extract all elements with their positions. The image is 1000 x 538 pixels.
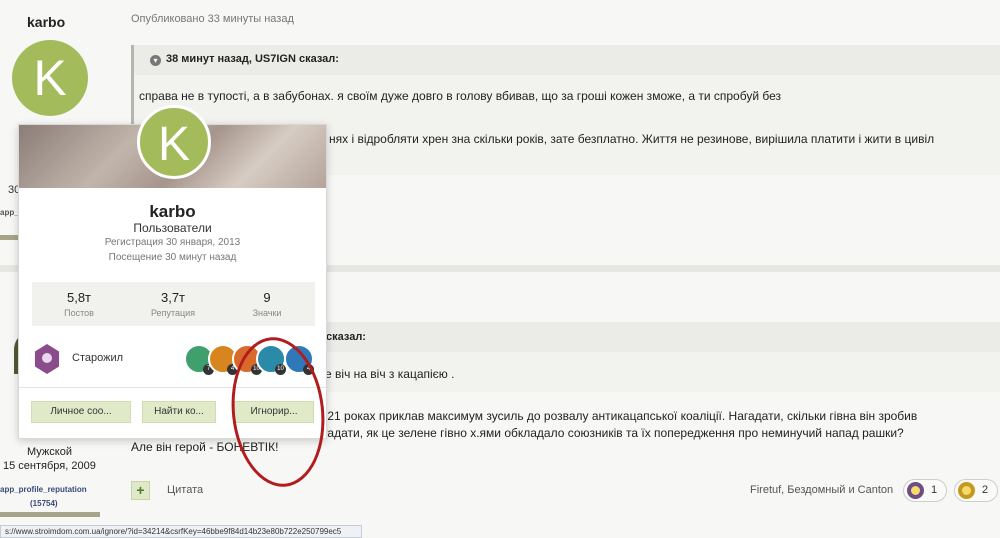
stat-value: 9: [263, 290, 271, 305]
hovercard-stats: 5,8т Постов 3,7т Репутация 9 Значки: [32, 282, 315, 326]
stat-label: Постов: [64, 308, 94, 318]
multiquote-add-button[interactable]: +: [131, 481, 150, 500]
author-gender: Мужской: [27, 446, 72, 458]
stat-value: 5,8т: [66, 290, 92, 305]
trophy-icon: [907, 482, 924, 499]
quote-text-line: нях і відробляти хрен зна скільки років,…: [329, 132, 935, 146]
quote-text-line: же віч на віч з кацапією .: [317, 367, 455, 381]
stat-label: Значки: [252, 308, 282, 318]
hovercard-last-visit: Посещение 30 минут назад: [108, 252, 237, 263]
stat-value: 3,7т: [160, 290, 186, 305]
hovercard-username[interactable]: karbo: [19, 202, 326, 222]
status-bar-url: s://www.stroimdom.com.ua/ignore/?id=3421…: [0, 525, 362, 538]
author-reputation-label-2: app_profile_reputation: [0, 485, 87, 494]
chevron-down-icon[interactable]: ▾: [150, 55, 161, 66]
post-author-name[interactable]: karbo: [27, 14, 65, 30]
medal-icon: [958, 482, 975, 499]
hovercard-group: Пользователи: [133, 221, 212, 235]
hovercard-registered: Регистрация 30 января, 2013: [104, 237, 241, 248]
rank-label: Старожил: [72, 352, 124, 364]
find-content-button[interactable]: Найти ко...: [142, 401, 216, 423]
reaction-trophy[interactable]: 1: [903, 479, 947, 502]
reactors-list[interactable]: Firetuf, Бездомный и Canton: [750, 484, 893, 496]
quote-author: 38 минут назад, US7IGN сказал:: [166, 53, 339, 65]
rank-icon: [34, 344, 60, 374]
post-timestamp[interactable]: Опубликовано 33 минуты назад: [131, 13, 294, 25]
post-text-line: -2021 роках приклав максимум зусиль до р…: [310, 409, 918, 423]
message-button[interactable]: Личное соо...: [31, 401, 131, 423]
reputation-bar-2: [0, 512, 100, 517]
author-reputation-value: (15754): [30, 499, 58, 508]
reputation-bar: [0, 235, 20, 240]
author-avatar[interactable]: K: [12, 40, 88, 116]
quote-button[interactable]: Цитата: [167, 484, 203, 496]
hovercard-avatar[interactable]: K: [137, 105, 211, 179]
post-text-line: нагадати, як це зелене гівно х.ями обкла…: [310, 426, 904, 440]
reaction-medal[interactable]: 2: [954, 479, 998, 502]
stat-label: Репутация: [150, 308, 196, 318]
quote-author: сказал:: [326, 331, 366, 343]
reaction-count: 2: [982, 484, 989, 496]
reaction-count: 1: [931, 484, 938, 496]
author-birthday: 15 сентября, 2009: [3, 460, 96, 472]
quote-header: ▾ 38 минут назад, US7IGN сказал:: [131, 45, 1000, 75]
quote-text-line: справа не в тупості, а в забубонах. я св…: [139, 89, 782, 103]
